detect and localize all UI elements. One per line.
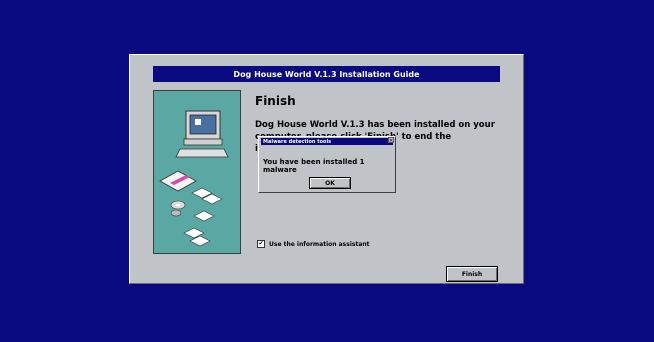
assistant-checkbox[interactable]: ✔ — [257, 240, 265, 248]
close-icon[interactable]: ✕ — [388, 137, 394, 144]
side-panel-illustration — [153, 90, 241, 254]
dialog-message: You have been installed 1 malware — [263, 158, 365, 174]
installer-title-bar: Dog House World V.1.3 Installation Guide — [153, 66, 500, 82]
malware-dialog: Malware detection tools ✕ You have been … — [258, 136, 396, 193]
ok-button[interactable]: OK — [309, 177, 351, 189]
assistant-label: Use the information assistant — [269, 240, 370, 248]
computer-icon — [175, 110, 229, 158]
install-illustration — [159, 110, 229, 247]
dialog-title-bar: Malware detection tools — [261, 138, 393, 145]
dialog-title: Malware detection tools — [263, 138, 332, 145]
page-heading: Finish — [255, 94, 296, 108]
document-icon — [183, 227, 211, 247]
floppy-disk-icon — [191, 187, 223, 222]
disk-drive-icon — [159, 170, 197, 192]
install-message-line-1: Dog House World V.1.3 has been installed… — [255, 120, 495, 130]
finish-button[interactable]: Finish — [446, 266, 498, 282]
assistant-option[interactable]: ✔ Use the information assistant — [257, 240, 370, 248]
installer-title: Dog House World V.1.3 Installation Guide — [233, 69, 420, 79]
cd-icon — [170, 200, 186, 217]
